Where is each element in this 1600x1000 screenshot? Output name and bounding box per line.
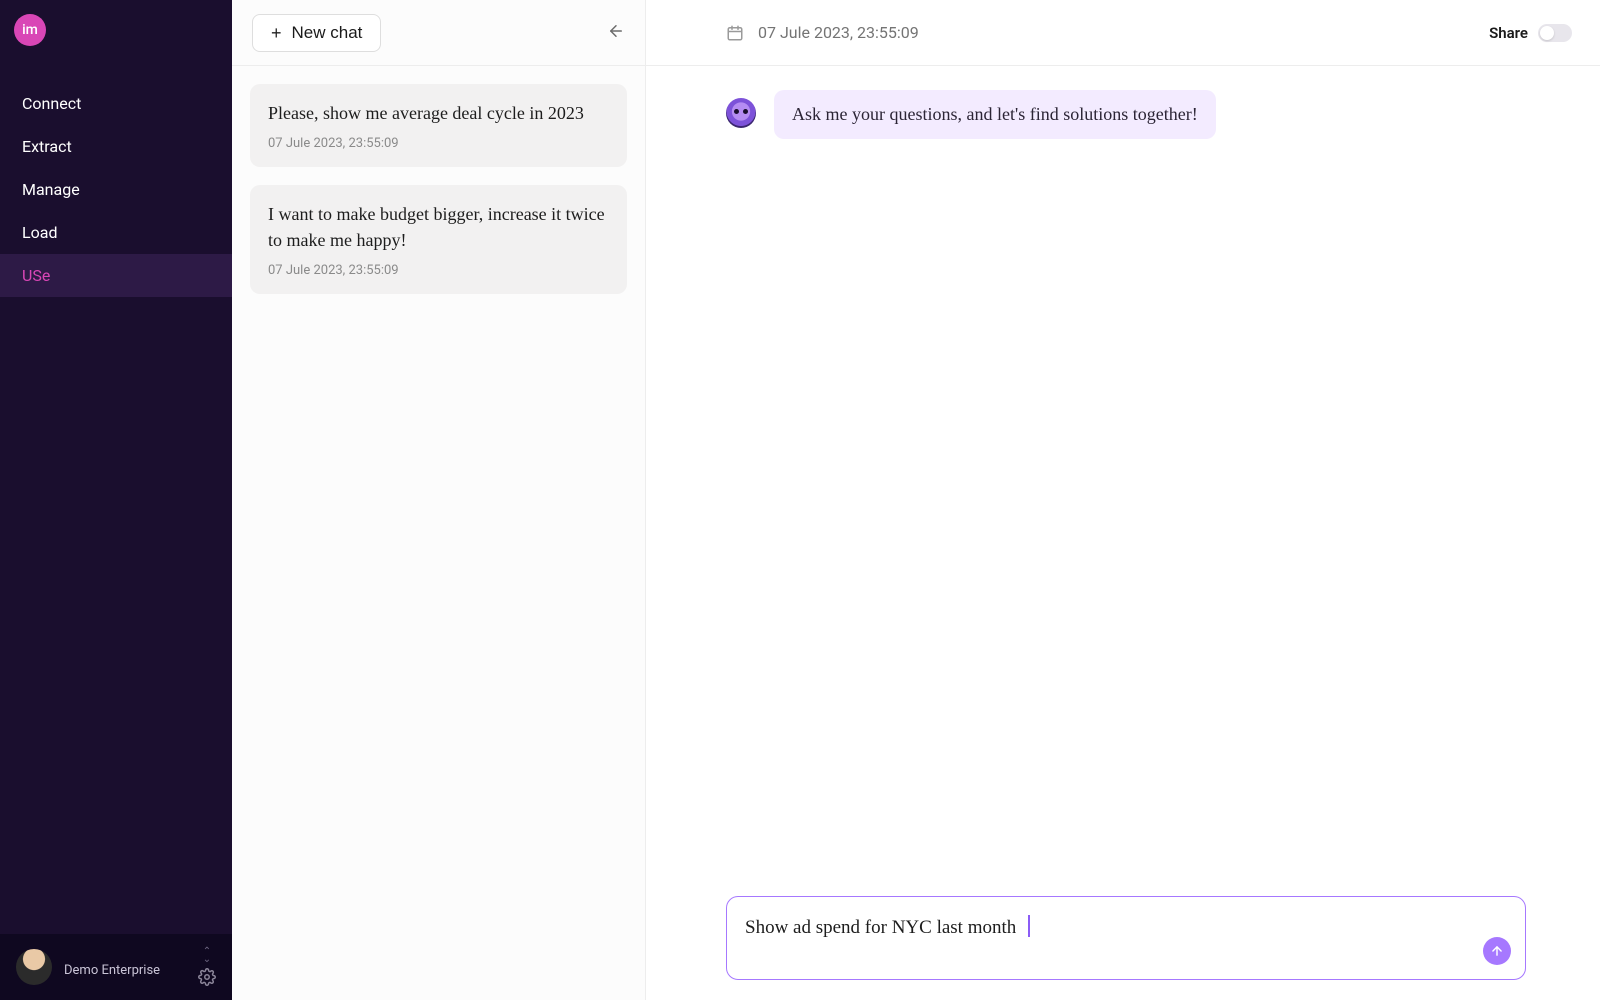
- main-header: 07 Jule 2023, 23:55:09 Share: [646, 0, 1600, 66]
- sidebar-item-manage[interactable]: Manage: [0, 168, 232, 211]
- collapse-history-icon[interactable]: [607, 21, 625, 45]
- sidebar-footer-actions: ⌃⌄: [198, 948, 216, 986]
- composer: Show ad spend for NYC last month: [726, 896, 1526, 980]
- calendar-icon: [726, 24, 744, 42]
- brand-logo[interactable]: im: [14, 14, 46, 46]
- chat-history-item[interactable]: Please, show me average deal cycle in 20…: [250, 84, 627, 167]
- new-chat-button[interactable]: + New chat: [252, 14, 381, 52]
- sidebar-item-load[interactable]: Load: [0, 211, 232, 254]
- assistant-row: Ask me your questions, and let's find so…: [726, 90, 1520, 139]
- new-chat-label: New chat: [292, 23, 363, 43]
- sidebar-nav: Connect Extract Manage Load USe: [0, 82, 232, 297]
- chat-history-list: Please, show me average deal cycle in 20…: [232, 66, 645, 312]
- sidebar: im Connect Extract Manage Load USe Demo …: [0, 0, 232, 1000]
- share-control: Share: [1489, 24, 1572, 42]
- user-avatar[interactable]: [16, 949, 52, 985]
- composer-input[interactable]: Show ad spend for NYC last month: [726, 896, 1526, 980]
- share-toggle[interactable]: [1538, 24, 1572, 42]
- sidebar-footer-col: Demo Enterprise: [64, 957, 186, 978]
- header-date: 07 Jule 2023, 23:55:09: [758, 23, 919, 42]
- sidebar-footer: Demo Enterprise ⌃⌄: [0, 934, 232, 1000]
- chat-history-date: 07 Jule 2023, 23:55:09: [268, 136, 609, 151]
- assistant-avatar-icon: [726, 98, 756, 128]
- chat-body: Ask me your questions, and let's find so…: [646, 66, 1600, 1000]
- chat-history-item[interactable]: I want to make budget bigger, increase i…: [250, 185, 627, 294]
- plus-icon: +: [271, 24, 282, 42]
- workspace-switcher-icon[interactable]: ⌃⌄: [203, 948, 211, 964]
- text-caret: [1028, 915, 1030, 937]
- chat-history-title: Please, show me average deal cycle in 20…: [268, 100, 609, 126]
- chat-history-title: I want to make budget bigger, increase i…: [268, 201, 609, 253]
- workspace-name: Demo Enterprise: [64, 963, 186, 978]
- chat-history-header: + New chat: [232, 0, 645, 66]
- settings-icon[interactable]: [198, 968, 216, 986]
- chat-history-date: 07 Jule 2023, 23:55:09: [268, 263, 609, 278]
- share-label: Share: [1489, 24, 1528, 42]
- assistant-message: Ask me your questions, and let's find so…: [774, 90, 1216, 139]
- sidebar-item-extract[interactable]: Extract: [0, 125, 232, 168]
- logo-wrap: im: [0, 0, 232, 54]
- main-pane: 07 Jule 2023, 23:55:09 Share Ask me your…: [646, 0, 1600, 1000]
- send-button[interactable]: [1483, 937, 1511, 965]
- sidebar-item-use[interactable]: USe: [0, 254, 232, 297]
- arrow-up-icon: [1490, 944, 1504, 958]
- sidebar-item-connect[interactable]: Connect: [0, 82, 232, 125]
- composer-text: Show ad spend for NYC last month: [745, 917, 1016, 938]
- chat-history-column: + New chat Please, show me average deal …: [232, 0, 646, 1000]
